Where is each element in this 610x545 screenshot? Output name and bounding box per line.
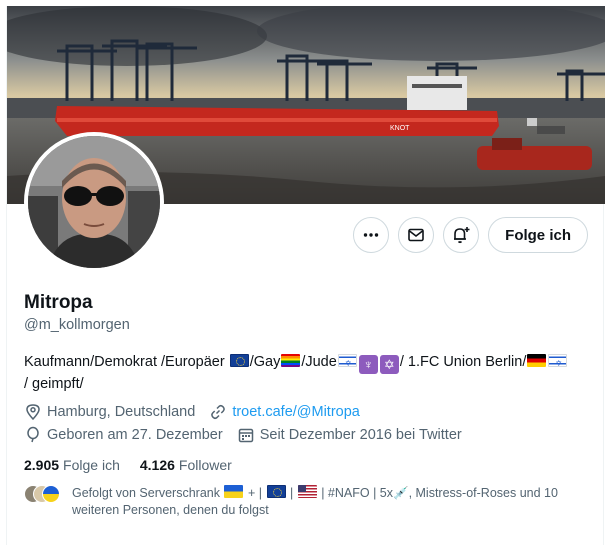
- calendar-icon: [237, 426, 255, 444]
- profile-meta-row: Geboren am 27. Dezember Seit Dezember 20…: [24, 426, 462, 444]
- profile-handle: @m_kollmorgen: [24, 317, 130, 333]
- website-link[interactable]: troet.cafe/@Mitropa: [232, 404, 360, 420]
- bio-text: Kaufmann/Demokrat /Europäer: [24, 354, 225, 370]
- balloon-icon: [24, 426, 42, 444]
- followed-by-nafo: | #NAFO | 5x: [321, 486, 393, 500]
- followed-by[interactable]: Gefolgt von Serverschrank + | | | #NAFO …: [24, 485, 584, 519]
- message-button[interactable]: [398, 217, 435, 253]
- followers-stat[interactable]: 4.126 Follower: [140, 457, 232, 473]
- germany-flag-icon: [527, 354, 547, 367]
- israel-flag-icon: [337, 354, 357, 367]
- followed-by-separator: |: [289, 486, 294, 500]
- following-label: Folge ich: [63, 457, 120, 473]
- followers-label: Follower: [178, 457, 232, 473]
- more-button[interactable]: [353, 217, 390, 253]
- eu-flag-icon: [266, 485, 286, 498]
- bell-plus-icon: [454, 227, 470, 244]
- israel-flag-icon: [548, 354, 568, 367]
- joined-text: Seit Dezember 2016 bei Twitter: [259, 427, 462, 443]
- bio-text: /Gay: [249, 354, 281, 370]
- profile-name: Mitropa: [24, 292, 93, 313]
- birthday-text: Geboren am 27. Dezember: [47, 427, 223, 443]
- profile-card: KNOT Folge ich Mitropa @m_kollmorgen Kau…: [6, 6, 605, 545]
- menorah-icon: ♆: [358, 355, 378, 374]
- location-text: Hamburg, Deutschland: [47, 404, 196, 420]
- bio-text: / 1.FC Union Berlin/: [399, 354, 527, 370]
- profile-bio: Kaufmann/Demokrat /Europäer /Gay/Jude♆✡/…: [24, 352, 589, 394]
- link-icon: [209, 403, 227, 421]
- following-button[interactable]: Folge ich: [488, 217, 588, 253]
- profile-meta-row: Hamburg, Deutschland troet.cafe/@Mitropa: [24, 403, 360, 421]
- following-stat[interactable]: 2.905 Folge ich: [24, 457, 120, 473]
- notifications-button[interactable]: [443, 217, 480, 253]
- followed-by-plus: +: [247, 486, 256, 500]
- profile-avatar[interactable]: [24, 132, 164, 272]
- profile-stats: 2.905 Folge ich 4.126 Follower: [24, 457, 232, 473]
- follower-avatars: [24, 485, 64, 505]
- rainbow-flag-icon: [281, 354, 301, 367]
- us-flag-icon: [297, 485, 317, 498]
- avatar: [42, 485, 60, 503]
- syringe-icon: 💉: [393, 486, 409, 500]
- svg-text:KNOT: KNOT: [390, 125, 410, 132]
- followed-by-separator: |: [258, 486, 263, 500]
- following-count: 2.905: [24, 457, 60, 473]
- profile-actions: Folge ich: [353, 217, 588, 253]
- ukraine-flag-icon: [224, 485, 244, 498]
- followed-by-prefix: Gefolgt von Serverschrank: [72, 486, 220, 500]
- followers-count: 4.126: [139, 457, 175, 473]
- mail-icon: [408, 228, 424, 242]
- eu-flag-icon: [229, 354, 249, 367]
- bio-text: /Jude: [301, 354, 337, 370]
- location-pin-icon: [24, 403, 42, 421]
- bio-text: / geimpft/: [24, 376, 84, 392]
- followed-by-text: Gefolgt von Serverschrank + | | | #NAFO …: [72, 485, 584, 519]
- star-of-david-icon: ✡: [379, 355, 399, 374]
- more-icon: [363, 233, 379, 237]
